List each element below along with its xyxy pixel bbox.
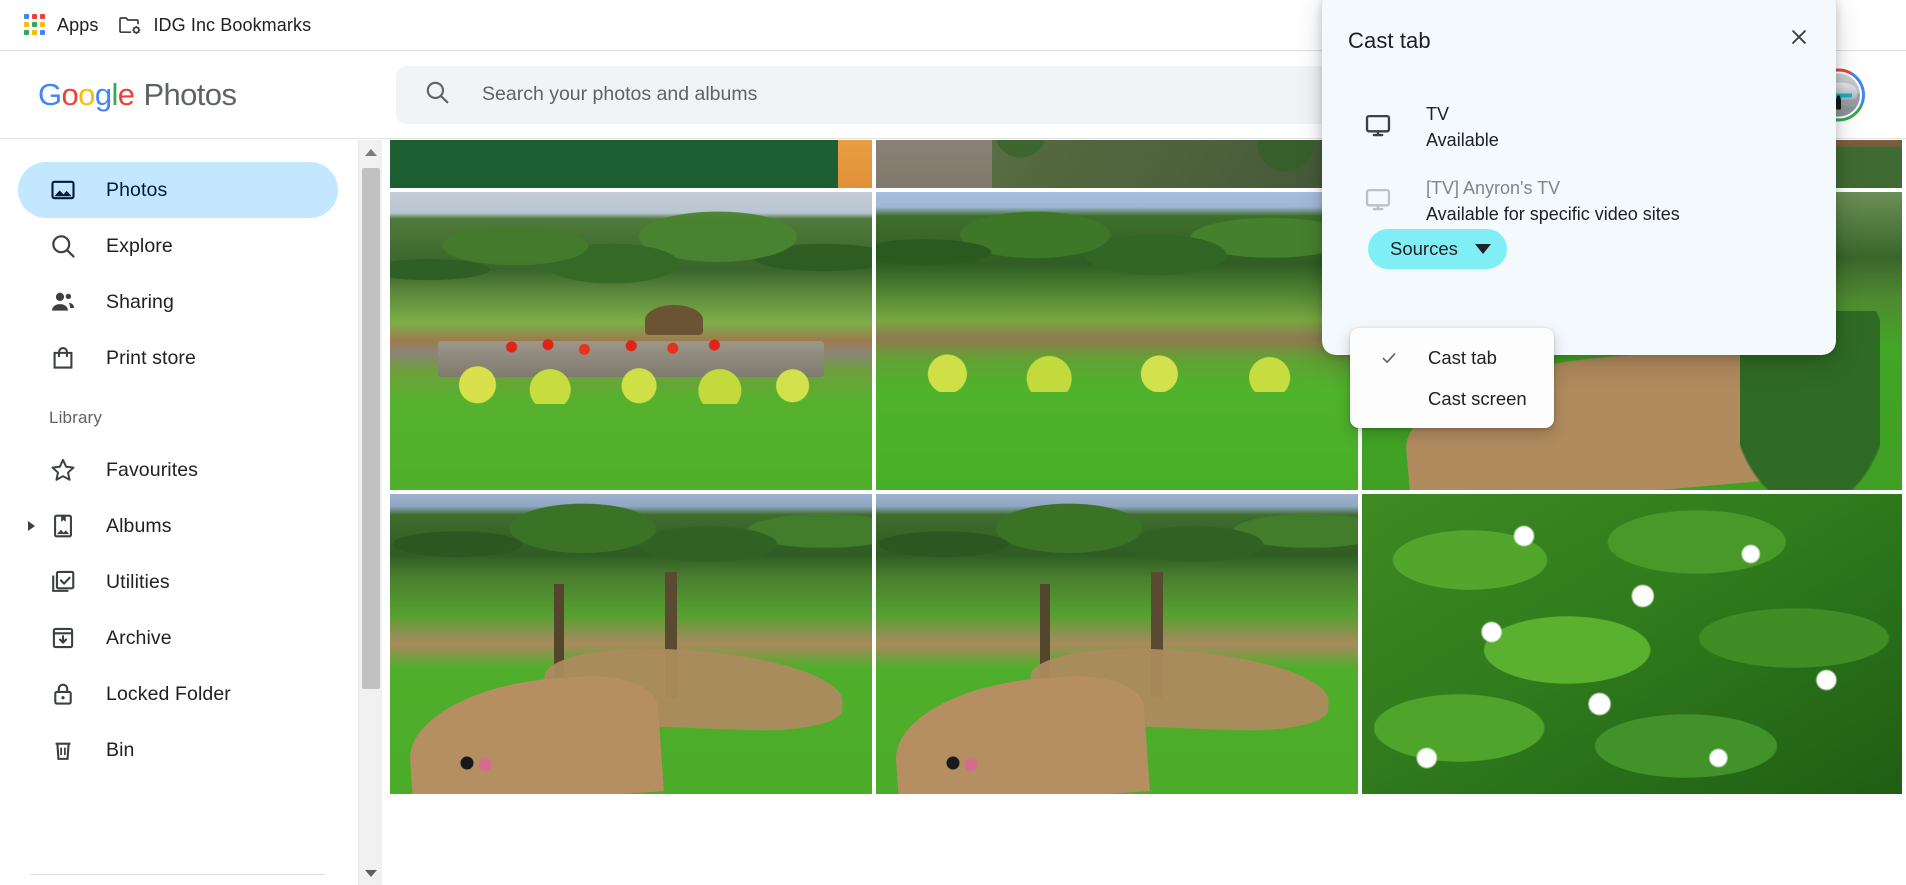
cast-device-text: TV Available (1426, 101, 1499, 153)
apps-grid-icon (24, 14, 46, 36)
logo-o2: o (78, 76, 95, 112)
sidebar-item-archive-label: Archive (106, 626, 172, 649)
sidebar-divider (30, 874, 325, 875)
sidebar-item-bin-label: Bin (106, 738, 135, 761)
sidebar-item-photos[interactable]: Photos (18, 162, 338, 218)
photo-grid-row (390, 494, 1906, 794)
scroll-up-arrow[interactable] (359, 140, 383, 164)
cast-device-status: Available for specific video sites (1426, 204, 1680, 224)
garden-lawn-photo-2[interactable] (876, 192, 1358, 490)
chevron-right-icon[interactable] (28, 521, 35, 531)
close-icon[interactable] (1784, 22, 1814, 52)
sources-button[interactable]: Sources (1368, 229, 1507, 269)
sidebar-item-bin[interactable]: Bin (18, 722, 338, 778)
bookmark-apps-label: Apps (57, 14, 99, 35)
sidebar: Photos Explore Sharing Print store Libra… (0, 140, 358, 885)
cast-device-name: TV (1426, 104, 1450, 124)
logo-e: e (117, 76, 135, 112)
scrollbar-thumb[interactable] (362, 168, 380, 689)
star-icon (49, 456, 77, 484)
sidebar-item-explore-label: Explore (106, 234, 173, 257)
cast-device-name: [TV] Anyron's TV (1426, 178, 1561, 198)
cast-device-text: [TV] Anyron's TV Available for specific … (1426, 175, 1680, 227)
sidebar-section-library: Library (49, 408, 103, 427)
menu-item-cast-screen-label: Cast screen (1428, 387, 1527, 409)
cast-dialog: Cast tab TV Available [TV] Anyron's TV A… (1322, 0, 1836, 355)
lock-icon (49, 680, 77, 708)
sidebar-item-utilities[interactable]: Utilities (18, 554, 338, 610)
album-icon (49, 512, 77, 540)
scroll-down-arrow[interactable] (359, 861, 383, 885)
logo-g1: G (38, 76, 62, 112)
cast-device-anyrons-tv[interactable]: [TV] Anyron's TV Available for specific … (1348, 171, 1810, 231)
sidebar-item-utilities-label: Utilities (106, 570, 170, 593)
sources-dropdown-menu: Cast tab Cast screen (1350, 328, 1554, 428)
purple-sign-photo[interactable] (876, 140, 1358, 188)
sidebar-item-albums-label: Albums (106, 514, 172, 537)
formal-garden-photo-1[interactable] (390, 494, 872, 794)
wild-garlic-photo[interactable] (1362, 494, 1902, 794)
bookmark-apps[interactable]: Apps (14, 8, 108, 42)
sidebar-item-sharing-label: Sharing (106, 290, 174, 313)
garden-lawn-photo-1[interactable] (390, 192, 872, 490)
search-bar[interactable] (396, 65, 1454, 124)
cast-device-status: Available (1426, 130, 1499, 150)
trash-icon (49, 736, 77, 764)
check-icon (1380, 349, 1398, 367)
sidebar-item-explore[interactable]: Explore (18, 218, 338, 274)
sidebar-item-print-store[interactable]: Print store (18, 330, 338, 386)
sidebar-item-archive[interactable]: Archive (18, 610, 338, 666)
sidebar-item-favourites[interactable]: Favourites (18, 442, 338, 498)
sources-button-label: Sources (1390, 238, 1458, 259)
cast-device-tv[interactable]: TV Available (1348, 97, 1810, 157)
sidebar-item-photos-label: Photos (106, 178, 168, 201)
sidebar-scrollbar[interactable] (358, 140, 382, 885)
sidebar-item-sharing[interactable]: Sharing (18, 274, 338, 330)
tv-icon (1364, 185, 1392, 218)
sidebar-item-locked-folder[interactable]: Locked Folder (18, 666, 338, 722)
sidebar-item-locked-folder-label: Locked Folder (106, 682, 231, 705)
utilities-icon (49, 568, 77, 596)
logo-o1: o (61, 76, 79, 112)
menu-item-cast-tab-label: Cast tab (1428, 346, 1497, 368)
people-icon (49, 288, 77, 316)
sidebar-item-albums[interactable]: Albums (18, 498, 338, 554)
bookmark-idg-inc-label: IDG Inc Bookmarks (153, 14, 312, 35)
shopping-bag-icon (49, 344, 77, 372)
sidebar-item-print-store-label: Print store (106, 346, 196, 369)
logo-product-name: Photos (143, 76, 237, 112)
search-icon (424, 79, 450, 110)
cast-device-list: TV Available [TV] Anyron's TV Available … (1348, 97, 1810, 231)
photo-icon (49, 176, 77, 204)
tv-icon (1364, 111, 1392, 144)
menu-item-cast-tab[interactable]: Cast tab (1350, 337, 1554, 378)
chevron-down-icon (1474, 244, 1491, 254)
search-input[interactable] (482, 83, 1342, 106)
logo-g2: g (94, 76, 112, 112)
browser-window: Apps IDG Inc Bookmarks Google Photos Sea… (0, 0, 1906, 885)
google-photos-logo[interactable]: Google Photos (38, 76, 237, 113)
cast-dialog-title: Cast tab (1348, 28, 1431, 53)
folder-gear-icon (118, 13, 142, 37)
menu-item-cast-screen[interactable]: Cast screen (1350, 378, 1554, 419)
garden-sign-photo[interactable]: NO PARKING IN GARDEN - ASSISTANCE DOGS O… (390, 140, 872, 188)
bookmark-idg-inc[interactable]: IDG Inc Bookmarks (108, 8, 321, 42)
formal-garden-photo-2[interactable] (876, 494, 1358, 794)
sidebar-item-favourites-label: Favourites (106, 458, 199, 481)
search-icon (49, 232, 77, 260)
archive-icon (49, 624, 77, 652)
